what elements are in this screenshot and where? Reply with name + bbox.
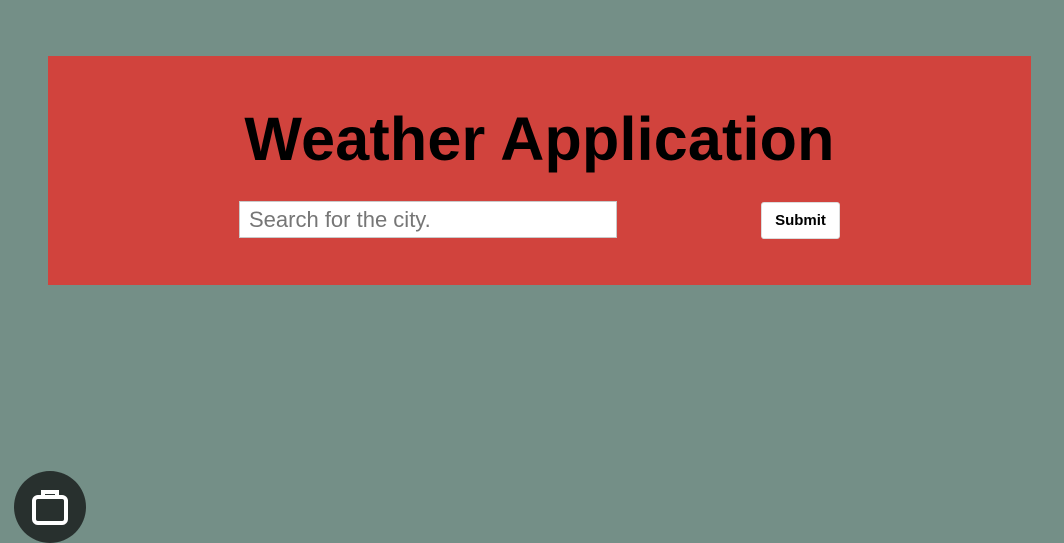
page-title: Weather Application	[244, 105, 835, 173]
submit-button[interactable]: Submit	[761, 202, 840, 239]
briefcase-icon	[32, 490, 68, 525]
header-panel: Weather Application Submit	[48, 56, 1031, 285]
city-search-input[interactable]	[239, 201, 617, 238]
floating-action-button[interactable]	[14, 471, 86, 543]
